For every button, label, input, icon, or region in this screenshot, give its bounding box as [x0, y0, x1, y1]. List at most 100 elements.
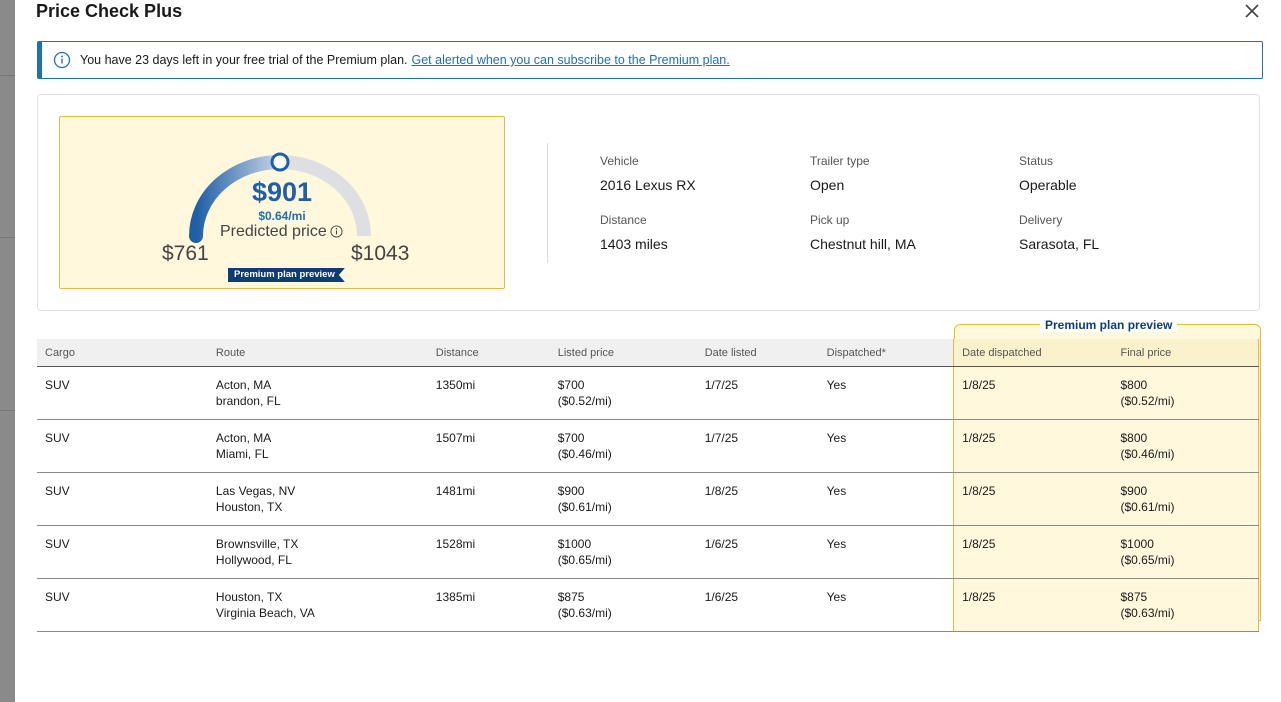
table-header-row: Cargo Route Distance Listed price Date l… — [37, 339, 1259, 367]
cell-cargo-line: SUV — [45, 590, 70, 604]
cell-date-listed: 1/7/25 — [696, 419, 819, 473]
detail-pickup: Pick up Chestnut hill, MA — [810, 213, 916, 252]
cell-route: Las Vegas, NV Houston, TX — [207, 472, 428, 526]
detail-vehicle: Vehicle 2016 Lexus RX — [600, 154, 696, 193]
cell-date-listed-line: 1/6/25 — [704, 537, 739, 551]
header-route[interactable]: Route — [207, 339, 428, 367]
cell-listed-price-line: $1000 — [557, 537, 592, 551]
header-dispatched[interactable]: Dispatched* — [818, 339, 954, 367]
cell-date-listed: 1/6/25 — [696, 578, 819, 632]
cell-listed-price-line: $875 — [557, 590, 585, 604]
cell-date-listed-line: 1/7/25 — [704, 431, 739, 445]
cell-route-line: Houston, TX — [215, 590, 283, 604]
price-gauge: $901 $0.64/mi Predicted price $761 $1043… — [59, 116, 505, 289]
header-cargo[interactable]: Cargo — [37, 339, 208, 367]
cell-cargo: SUV — [37, 419, 208, 473]
cell-final-price: $900 ($0.61/mi) — [1112, 472, 1259, 526]
cell-listed-price: $1000 ($0.65/mi) — [549, 525, 697, 579]
cell-date-listed-line: 1/8/25 — [704, 484, 739, 498]
cell-distance: 1507mi — [427, 419, 550, 473]
cell-final-price: $800 ($0.52/mi) — [1112, 366, 1259, 420]
subscribe-alert-link[interactable]: Get alerted when you can subscribe to th… — [412, 53, 730, 67]
cell-listed-price: $875 ($0.63/mi) — [549, 578, 697, 632]
cell-distance-line: 1481mi — [435, 484, 476, 498]
header-date-listed[interactable]: Date listed — [696, 339, 819, 367]
cell-cargo: SUV — [37, 525, 208, 579]
cell-route-subline: Hollywood, FL — [215, 553, 292, 567]
cell-cargo: SUV — [37, 578, 208, 632]
predicted-price-per-mile: $0.64/mi — [258, 209, 306, 223]
cell-dispatched-line: Yes — [826, 590, 847, 604]
cell-final-price-line: $800 — [1120, 378, 1148, 392]
cell-final-price-line: $875 — [1120, 590, 1148, 604]
comparable-listings-table: Cargo Route Distance Listed price Date l… — [37, 339, 1259, 632]
cell-listed-price-line: $900 — [557, 484, 585, 498]
close-button[interactable] — [1243, 2, 1261, 20]
detail-value: Sarasota, FL — [1019, 236, 1100, 252]
header-distance[interactable]: Distance — [427, 339, 550, 367]
cell-date-listed: 1/8/25 — [696, 472, 819, 526]
detail-label: Distance — [600, 213, 647, 227]
trial-banner: You have 23 days left in your free trial… — [37, 41, 1263, 79]
cell-final-price: $875 ($0.63/mi) — [1112, 578, 1259, 632]
table-row: SUV Las Vegas, NV Houston, TX 1481mi $900 ($0… — [37, 472, 1259, 526]
predicted-price-label: Predicted price — [220, 223, 327, 240]
detail-label: Trailer type — [810, 154, 870, 168]
table-row: SUV Acton, MA brandon, FL 1350mi $700 ($0.52/… — [37, 366, 1259, 420]
header-date-dispatched[interactable]: Date dispatched — [953, 339, 1113, 367]
cell-route-subline: Houston, TX — [215, 500, 283, 514]
detail-trailer-type: Trailer type Open — [810, 154, 870, 193]
cell-route: Brownsville, TX Hollywood, FL — [207, 525, 428, 579]
cell-cargo-line: SUV — [45, 431, 70, 445]
cell-route: Acton, MA brandon, FL — [207, 366, 428, 420]
cell-final-price: $800 ($0.46/mi) — [1112, 419, 1259, 473]
premium-preview-tag: Premium plan preview — [1040, 318, 1178, 332]
cell-distance-line: 1528mi — [435, 537, 476, 551]
cell-date-dispatched-line: 1/8/25 — [962, 590, 996, 604]
cell-cargo: SUV — [37, 472, 208, 526]
cell-listed-price-subline: ($0.52/mi) — [557, 394, 612, 408]
cell-final-price-subline: ($0.46/mi) — [1120, 447, 1175, 461]
header-final-price[interactable]: Final price — [1112, 339, 1259, 367]
cell-listed-price-subline: ($0.61/mi) — [557, 500, 612, 514]
cell-date-dispatched: 1/8/25 — [953, 366, 1113, 420]
banner-text: You have 23 days left in your free trial… — [80, 53, 408, 67]
cell-final-price-subline: ($0.61/mi) — [1120, 500, 1175, 514]
cell-cargo-line: SUV — [45, 378, 70, 392]
cell-dispatched-line: Yes — [826, 431, 847, 445]
premium-preview-ribbon: Premium plan preview — [228, 268, 345, 282]
cell-listed-price: $900 ($0.61/mi) — [549, 472, 697, 526]
cell-date-listed-line: 1/6/25 — [704, 590, 739, 604]
predicted-price: $901 — [251, 177, 313, 207]
detail-label: Vehicle — [600, 154, 639, 168]
cell-date-dispatched-line: 1/8/25 — [962, 378, 996, 392]
gauge-max-price: $1043 — [351, 242, 410, 265]
cell-route-subline: Miami, FL — [215, 447, 269, 461]
cell-cargo: SUV — [37, 366, 208, 420]
cell-listed-price-line: $700 — [557, 378, 585, 392]
cell-distance-line: 1385mi — [435, 590, 476, 604]
detail-label: Pick up — [810, 213, 850, 227]
close-icon — [1245, 4, 1259, 18]
cell-dispatched: Yes — [818, 525, 954, 579]
cell-route-subline: Virginia Beach, VA — [215, 606, 315, 620]
info-icon[interactable] — [330, 225, 343, 238]
detail-value: Open — [810, 177, 845, 193]
cell-listed-price-line: $700 — [557, 431, 585, 445]
cell-dispatched-line: Yes — [826, 537, 847, 551]
cell-route: Acton, MA Miami, FL — [207, 419, 428, 473]
cell-dispatched: Yes — [818, 419, 954, 473]
table-row: SUV Acton, MA Miami, FL 1507mi $700 ($0.46/mi… — [37, 419, 1259, 473]
background-divider — [0, 410, 15, 411]
cell-final-price-subline: ($0.63/mi) — [1120, 606, 1175, 620]
cell-final-price-line: $1000 — [1120, 537, 1154, 551]
header-listed-price[interactable]: Listed price — [549, 339, 697, 367]
cell-date-dispatched: 1/8/25 — [953, 525, 1113, 579]
cell-dispatched-line: Yes — [826, 484, 847, 498]
cell-distance: 1385mi — [427, 578, 550, 632]
cell-route-line: Brownsville, TX — [215, 537, 299, 551]
detail-status: Status Operable — [1019, 154, 1077, 193]
cell-distance: 1528mi — [427, 525, 550, 579]
gauge-marker — [270, 152, 290, 172]
cell-route-line: Acton, MA — [215, 431, 272, 445]
